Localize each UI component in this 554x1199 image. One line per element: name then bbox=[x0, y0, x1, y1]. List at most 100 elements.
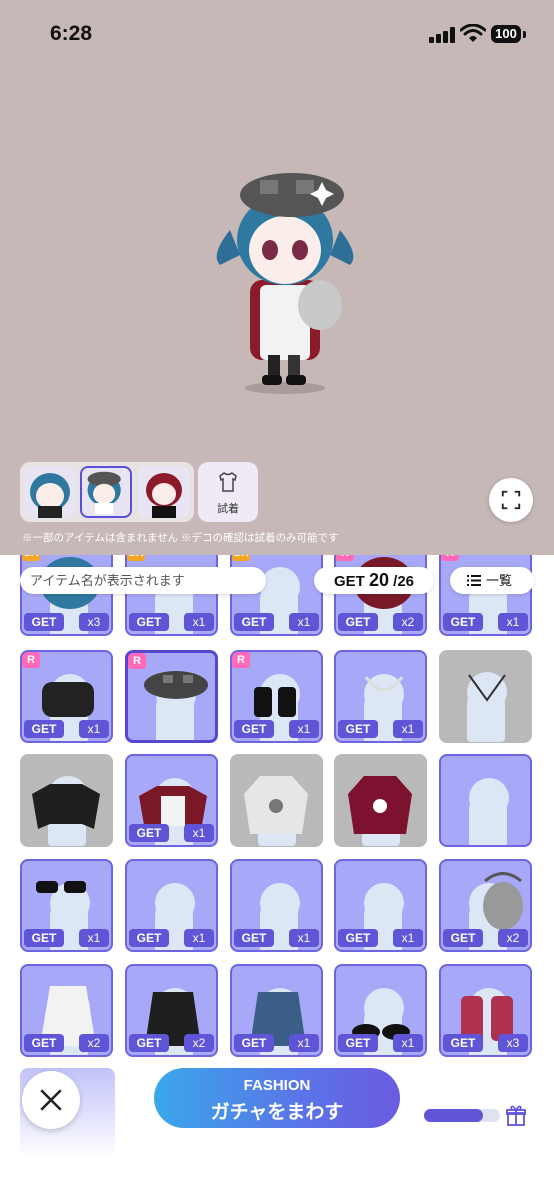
get-tag: GET bbox=[24, 720, 64, 738]
item-card[interactable]: R GET x1 bbox=[20, 650, 113, 743]
rarity-badge: SR bbox=[232, 555, 250, 561]
list-label: 一覧 bbox=[486, 573, 513, 588]
get-prefix: GET bbox=[333, 573, 365, 590]
get-tag: GET bbox=[443, 929, 483, 947]
rarity-badge: R bbox=[336, 555, 354, 561]
battery-tip bbox=[523, 31, 526, 38]
character-selector bbox=[20, 462, 194, 522]
item-card[interactable] bbox=[230, 754, 323, 847]
item-name-field: アイテム名が表示されます bbox=[20, 567, 266, 594]
get-tag: GET bbox=[338, 1034, 378, 1052]
get-tag: GET bbox=[338, 613, 378, 631]
get-tag: GET bbox=[129, 613, 169, 631]
character-thumb-1[interactable] bbox=[24, 466, 76, 518]
status-bar: 6:28 100 bbox=[0, 0, 554, 70]
rarity-badge: R bbox=[441, 555, 459, 561]
item-card[interactable]: GET x1 bbox=[334, 650, 427, 743]
quantity-badge: x2 bbox=[498, 929, 528, 947]
try-on-label: 試着 bbox=[217, 503, 239, 515]
get-tag: GET bbox=[24, 1034, 64, 1052]
item-card[interactable]: GET x2 bbox=[439, 859, 532, 952]
get-total: /26 bbox=[393, 573, 415, 590]
quantity-badge: x1 bbox=[393, 720, 423, 738]
quantity-badge: x3 bbox=[498, 1034, 528, 1052]
item-card[interactable]: R bbox=[125, 650, 218, 743]
quantity-badge: x1 bbox=[498, 613, 528, 631]
avatar-character bbox=[216, 173, 354, 394]
item-card[interactable] bbox=[439, 650, 532, 743]
gacha-label-1: FASHION bbox=[243, 1077, 311, 1094]
quantity-badge: x1 bbox=[289, 720, 319, 738]
quantity-badge: x1 bbox=[184, 824, 214, 842]
item-card[interactable]: GET x1 bbox=[334, 859, 427, 952]
quantity-badge: x2 bbox=[79, 1034, 109, 1052]
get-tag: GET bbox=[338, 929, 378, 947]
battery-icon: 100 bbox=[491, 25, 521, 43]
item-card[interactable]: GET x3 bbox=[439, 964, 532, 1057]
list-icon bbox=[467, 575, 481, 586]
quantity-badge: x1 bbox=[289, 1034, 319, 1052]
ribbon-clip-icon bbox=[441, 756, 532, 847]
get-tag: GET bbox=[129, 1034, 169, 1052]
rarity-badge: SR bbox=[127, 555, 145, 561]
rarity-badge: R bbox=[232, 652, 250, 668]
item-card[interactable]: GET x2 bbox=[20, 964, 113, 1057]
status-time: 6:28 bbox=[50, 22, 93, 45]
shirt-icon bbox=[219, 472, 237, 492]
get-tag: GET bbox=[234, 720, 274, 738]
expand-icon bbox=[501, 490, 521, 510]
quantity-badge: x1 bbox=[393, 1034, 423, 1052]
notice-text: ※一部のアイテムは含まれません ※デコの確認は試着のみ可能です bbox=[22, 532, 339, 544]
item-card[interactable]: GET x2 bbox=[125, 964, 218, 1057]
get-tag: GET bbox=[234, 929, 274, 947]
item-card[interactable]: GET x1 bbox=[334, 964, 427, 1057]
quantity-badge: x1 bbox=[393, 929, 423, 947]
quantity-badge: x1 bbox=[79, 929, 109, 947]
quantity-badge: x1 bbox=[184, 929, 214, 947]
get-tag: GET bbox=[234, 1034, 274, 1052]
close-button[interactable] bbox=[22, 1071, 80, 1129]
item-card[interactable]: GET x1 bbox=[125, 754, 218, 847]
get-count: 20 bbox=[368, 570, 389, 590]
black-top-icon bbox=[32, 784, 100, 829]
gift-icon[interactable] bbox=[506, 1104, 526, 1126]
get-tag: GET bbox=[24, 613, 64, 631]
get-tag: GET bbox=[443, 1034, 483, 1052]
grey-hoodie-icon bbox=[244, 776, 308, 834]
get-tag: GET bbox=[129, 929, 169, 947]
item-card[interactable] bbox=[439, 754, 532, 847]
try-on-button[interactable]: 試着 bbox=[198, 462, 258, 522]
signal-icon bbox=[429, 27, 455, 43]
quantity-badge: x3 bbox=[79, 613, 109, 631]
quantity-badge: x2 bbox=[184, 1034, 214, 1052]
red-hoodie-icon bbox=[348, 776, 412, 834]
get-tag: GET bbox=[129, 824, 169, 842]
quantity-badge: x1 bbox=[184, 613, 214, 631]
cross-necklace-icon bbox=[468, 674, 506, 702]
fullscreen-button[interactable] bbox=[489, 478, 533, 522]
character-thumb-3[interactable] bbox=[138, 466, 190, 518]
item-card[interactable]: R GET x1 bbox=[230, 650, 323, 743]
gacha-button[interactable]: FASHION ガチャをまわす bbox=[154, 1068, 400, 1128]
get-counter: GET 20 /26 bbox=[314, 567, 434, 594]
get-tag: GET bbox=[24, 929, 64, 947]
wifi-icon bbox=[460, 24, 486, 42]
reward-progress-bar bbox=[424, 1109, 500, 1122]
item-card[interactable]: GET x1 bbox=[125, 859, 218, 952]
item-card[interactable] bbox=[20, 754, 113, 847]
item-grid: SRGETx3SRGETx1SRGETx1RGETx2RGETx1RGETx1R… bbox=[0, 555, 554, 1149]
item-card[interactable] bbox=[334, 754, 427, 847]
get-tag: GET bbox=[234, 613, 274, 631]
character-thumb-2[interactable] bbox=[80, 466, 132, 518]
item-card[interactable]: GET x1 bbox=[230, 859, 323, 952]
rarity-badge: R bbox=[128, 653, 146, 669]
get-tag: GET bbox=[443, 613, 483, 631]
list-view-button[interactable]: 一覧 bbox=[450, 567, 534, 594]
reward-progress-fill bbox=[424, 1109, 484, 1122]
item-card[interactable]: GET x1 bbox=[20, 859, 113, 952]
quantity-badge: x1 bbox=[79, 720, 109, 738]
quantity-badge: x1 bbox=[289, 929, 319, 947]
rarity-badge: R bbox=[22, 652, 40, 668]
item-card[interactable]: GET x1 bbox=[230, 964, 323, 1057]
rarity-badge: SR bbox=[22, 555, 40, 561]
